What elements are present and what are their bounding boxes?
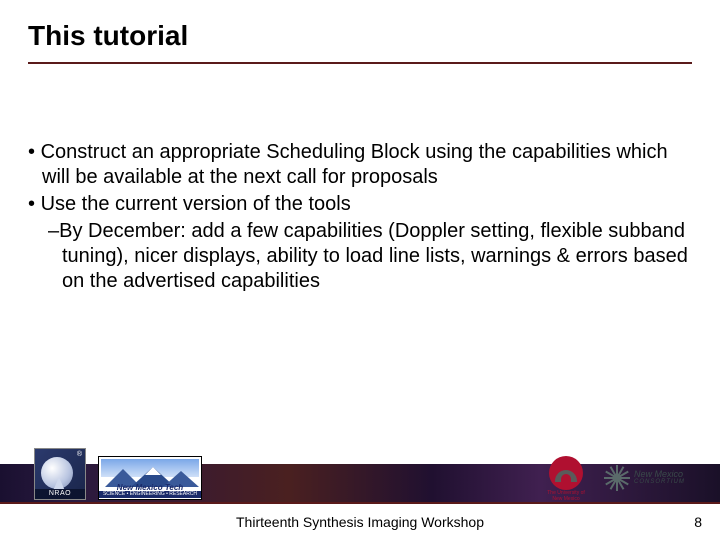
logo-unm: The University of New Mexico [540, 456, 592, 500]
bullet-item: Construct an appropriate Scheduling Bloc… [28, 140, 692, 190]
logo-nmtech-sub: SCIENCE • ENGINEERING • RESEARCH [99, 491, 201, 498]
logo-nmconsortium: New Mexico CONSORTIUM [602, 460, 706, 496]
registered-mark: ® [77, 451, 82, 458]
snow-icon [145, 467, 161, 475]
logo-nmtech: New Mexico Tech SCIENCE • ENGINEERING • … [98, 456, 202, 500]
title-rule [28, 62, 692, 64]
logo-nmc-line2: CONSORTIUM [634, 478, 685, 486]
page-number: 8 [694, 514, 702, 530]
bullet-item: Use the current version of the tools [28, 192, 692, 217]
slide-title: This tutorial [28, 20, 188, 52]
logo-nrao: ® NRAO [34, 448, 86, 500]
logo-nmc-line1: New Mexico [634, 470, 685, 478]
starburst-icon [602, 463, 632, 493]
footer-text: Thirteenth Synthesis Imaging Workshop [0, 514, 720, 530]
bullet-subitem: By December: add a few capabilities (Dop… [28, 219, 692, 294]
footer-rule [0, 502, 720, 504]
arch-icon [555, 470, 577, 482]
content-block: Construct an appropriate Scheduling Bloc… [28, 140, 692, 296]
logo-unm-text2: New Mexico [540, 497, 592, 502]
unm-seal-icon [549, 456, 583, 490]
logo-nmc-text: New Mexico CONSORTIUM [634, 470, 685, 486]
logo-nrao-label: NRAO [35, 489, 85, 499]
slide: This tutorial Construct an appropriate S… [0, 0, 720, 540]
